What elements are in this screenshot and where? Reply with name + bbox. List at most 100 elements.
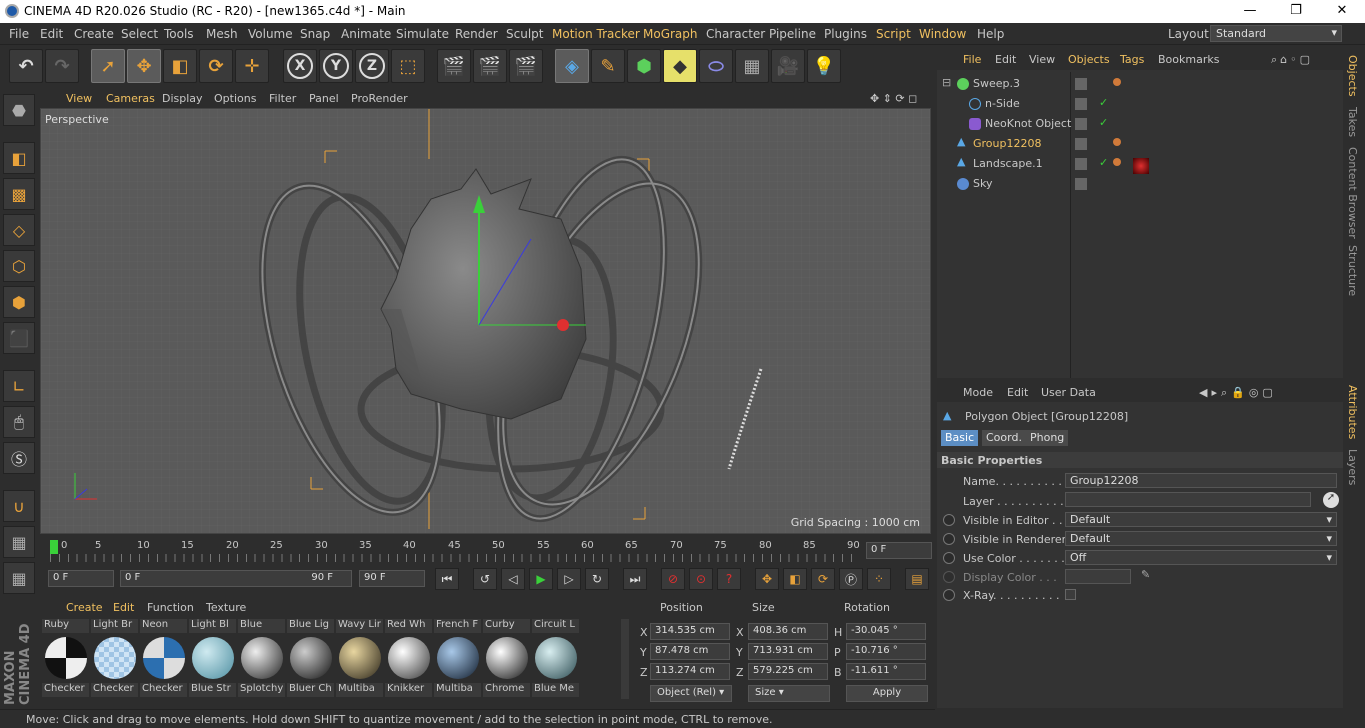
xray-radio[interactable]: [943, 589, 955, 601]
deformer-icon[interactable]: ⬭: [699, 49, 733, 83]
texture-mode-icon[interactable]: ▩: [3, 178, 35, 210]
previous-key-icon[interactable]: ↺: [473, 568, 497, 590]
keyframe-selection-icon[interactable]: ?: [717, 568, 741, 590]
go-to-start-icon[interactable]: ⏮: [435, 568, 459, 590]
layer-field[interactable]: [1065, 492, 1311, 507]
material-swatch[interactable]: Neon Checker: [140, 619, 188, 699]
material-swatch[interactable]: Light Br Checker: [91, 619, 139, 699]
attr-nav-icons[interactable]: ◀▸⌕🔒◎▢: [1199, 386, 1277, 400]
play-icon[interactable]: ▶: [529, 568, 553, 590]
material-swatch[interactable]: French F Multiba: [434, 619, 482, 699]
key-scale-icon[interactable]: ◧: [783, 568, 807, 590]
viewport-menu-panel[interactable]: Panel: [309, 92, 339, 105]
menu-help[interactable]: Help: [977, 27, 1004, 41]
menu-sculpt[interactable]: Sculpt: [506, 27, 543, 41]
redo-icon[interactable]: ↷: [45, 49, 79, 83]
menu-file[interactable]: File: [9, 27, 29, 41]
next-key-icon[interactable]: ↻: [585, 568, 609, 590]
menu-window[interactable]: Window: [919, 27, 966, 41]
tab-coord[interactable]: Coord.: [982, 430, 1026, 446]
vtab-attributes[interactable]: Attributes: [1346, 385, 1359, 439]
phong-tag-icon[interactable]: [1113, 158, 1121, 166]
attr-menu-edit[interactable]: Edit: [1007, 386, 1028, 399]
size-z-field[interactable]: 579.225 cm: [748, 663, 828, 680]
vtab-takes[interactable]: Takes: [1346, 107, 1359, 137]
vtab-content-browser[interactable]: Content Browser: [1346, 147, 1359, 239]
obj-menu-objects[interactable]: Objects: [1068, 53, 1110, 66]
viewport-menu-filter[interactable]: Filter: [269, 92, 296, 105]
menu-character[interactable]: Character: [706, 27, 765, 41]
polygons-mode-icon[interactable]: ⬛: [3, 322, 35, 354]
rotation-p-field[interactable]: -10.716 °: [846, 643, 926, 660]
visible-editor-radio[interactable]: [943, 514, 955, 526]
x-axis-button[interactable]: X: [283, 49, 317, 83]
menu-render[interactable]: Render: [455, 27, 498, 41]
menu-edit[interactable]: Edit: [40, 27, 63, 41]
object-row[interactable]: ▲ Landscape.1 ✓: [937, 154, 1343, 174]
obj-search-icons[interactable]: ⌕⌂◦▢: [1271, 53, 1313, 67]
obj-menu-file[interactable]: File: [963, 53, 981, 66]
size-x-field[interactable]: 408.36 cm: [748, 623, 828, 640]
rotate-tool-icon[interactable]: ⟳: [199, 49, 233, 83]
menu-pipeline[interactable]: Pipeline: [769, 27, 816, 41]
viewport-menu-view[interactable]: View: [66, 92, 92, 105]
position-x-field[interactable]: 314.535 cm: [650, 623, 730, 640]
render-picture-viewer-icon[interactable]: 🎬: [473, 49, 507, 83]
visibility-toggle-icon[interactable]: [1075, 138, 1087, 150]
maximize-button[interactable]: ❐: [1273, 0, 1319, 23]
layout-select[interactable]: Standard ▾: [1210, 25, 1342, 42]
menu-simulate[interactable]: Simulate: [396, 27, 449, 41]
render-view-icon[interactable]: 🎬: [437, 49, 471, 83]
checkmark-icon[interactable]: ✓: [1099, 116, 1111, 129]
menu-mesh[interactable]: Mesh: [206, 27, 238, 41]
menu-tools[interactable]: Tools: [164, 27, 194, 41]
key-pla-icon[interactable]: ⁘: [867, 568, 891, 590]
material-swatch[interactable]: Circuit L Blue Me: [532, 619, 580, 699]
size-mode-select[interactable]: Size ▾: [748, 685, 830, 702]
visibility-toggle-icon[interactable]: [1075, 118, 1087, 130]
position-z-field[interactable]: 113.274 cm: [650, 663, 730, 680]
checkmark-icon[interactable]: ✓: [1099, 156, 1111, 169]
attr-menu-mode[interactable]: Mode: [963, 386, 993, 399]
name-field[interactable]: Group12208: [1065, 473, 1337, 488]
eyedropper-icon[interactable]: ✎: [1141, 568, 1150, 581]
xray-checkbox[interactable]: [1065, 589, 1076, 600]
tweak-mode-icon[interactable]: 🖱: [3, 406, 35, 438]
start-frame-field[interactable]: 0 F: [48, 570, 114, 587]
cloner-icon[interactable]: ◆: [663, 49, 697, 83]
visible-renderer-radio[interactable]: [943, 533, 955, 545]
points-mode-icon[interactable]: ⬡: [3, 250, 35, 282]
material-swatch[interactable]: Ruby Checker: [42, 619, 90, 699]
visibility-toggle-icon[interactable]: [1075, 78, 1087, 90]
material-menu-edit[interactable]: Edit: [113, 601, 134, 614]
previous-frame-icon[interactable]: ◁: [501, 568, 525, 590]
vtab-structure[interactable]: Structure: [1346, 245, 1359, 296]
timeline-window-icon[interactable]: ▤: [905, 568, 929, 590]
model-mode-icon[interactable]: ◧: [3, 142, 35, 174]
locked-workplane-icon[interactable]: ▦: [3, 526, 35, 558]
apply-button[interactable]: Apply: [846, 685, 928, 702]
menu-create[interactable]: Create: [74, 27, 114, 41]
rotation-h-field[interactable]: -30.045 °: [846, 623, 926, 640]
object-row[interactable]: NeoKnot Object ✓: [937, 114, 1343, 134]
playhead[interactable]: [50, 540, 58, 554]
material-swatch[interactable]: Blue Lig Bluer Ch: [287, 619, 335, 699]
viewport-menu-display[interactable]: Display: [162, 92, 203, 105]
autokey-icon[interactable]: ⊙: [689, 568, 713, 590]
scale-tool-icon[interactable]: ◧: [163, 49, 197, 83]
material-swatch[interactable]: Blue Splotchy: [238, 619, 286, 699]
viewport-menu-options[interactable]: Options: [214, 92, 256, 105]
position-y-field[interactable]: 87.478 cm: [650, 643, 730, 660]
subdivision-icon[interactable]: ⬢: [627, 49, 661, 83]
visible-editor-select[interactable]: Default ▾: [1065, 512, 1337, 527]
menu-animate[interactable]: Animate: [341, 27, 391, 41]
material-scrollbar[interactable]: [621, 619, 629, 699]
object-row-selected[interactable]: ▲ Group12208: [937, 134, 1343, 154]
planar-workplane-icon[interactable]: ▦: [3, 562, 35, 594]
magnet-icon[interactable]: ∪: [3, 490, 35, 522]
workplane-mode-icon[interactable]: ◇: [3, 214, 35, 246]
viewport[interactable]: Perspective Grid Spacing : 1000 cm: [40, 108, 931, 534]
go-to-end-icon[interactable]: ⏭: [623, 568, 647, 590]
edges-mode-icon[interactable]: ⬢: [3, 286, 35, 318]
phong-tag-icon[interactable]: [1113, 138, 1121, 146]
